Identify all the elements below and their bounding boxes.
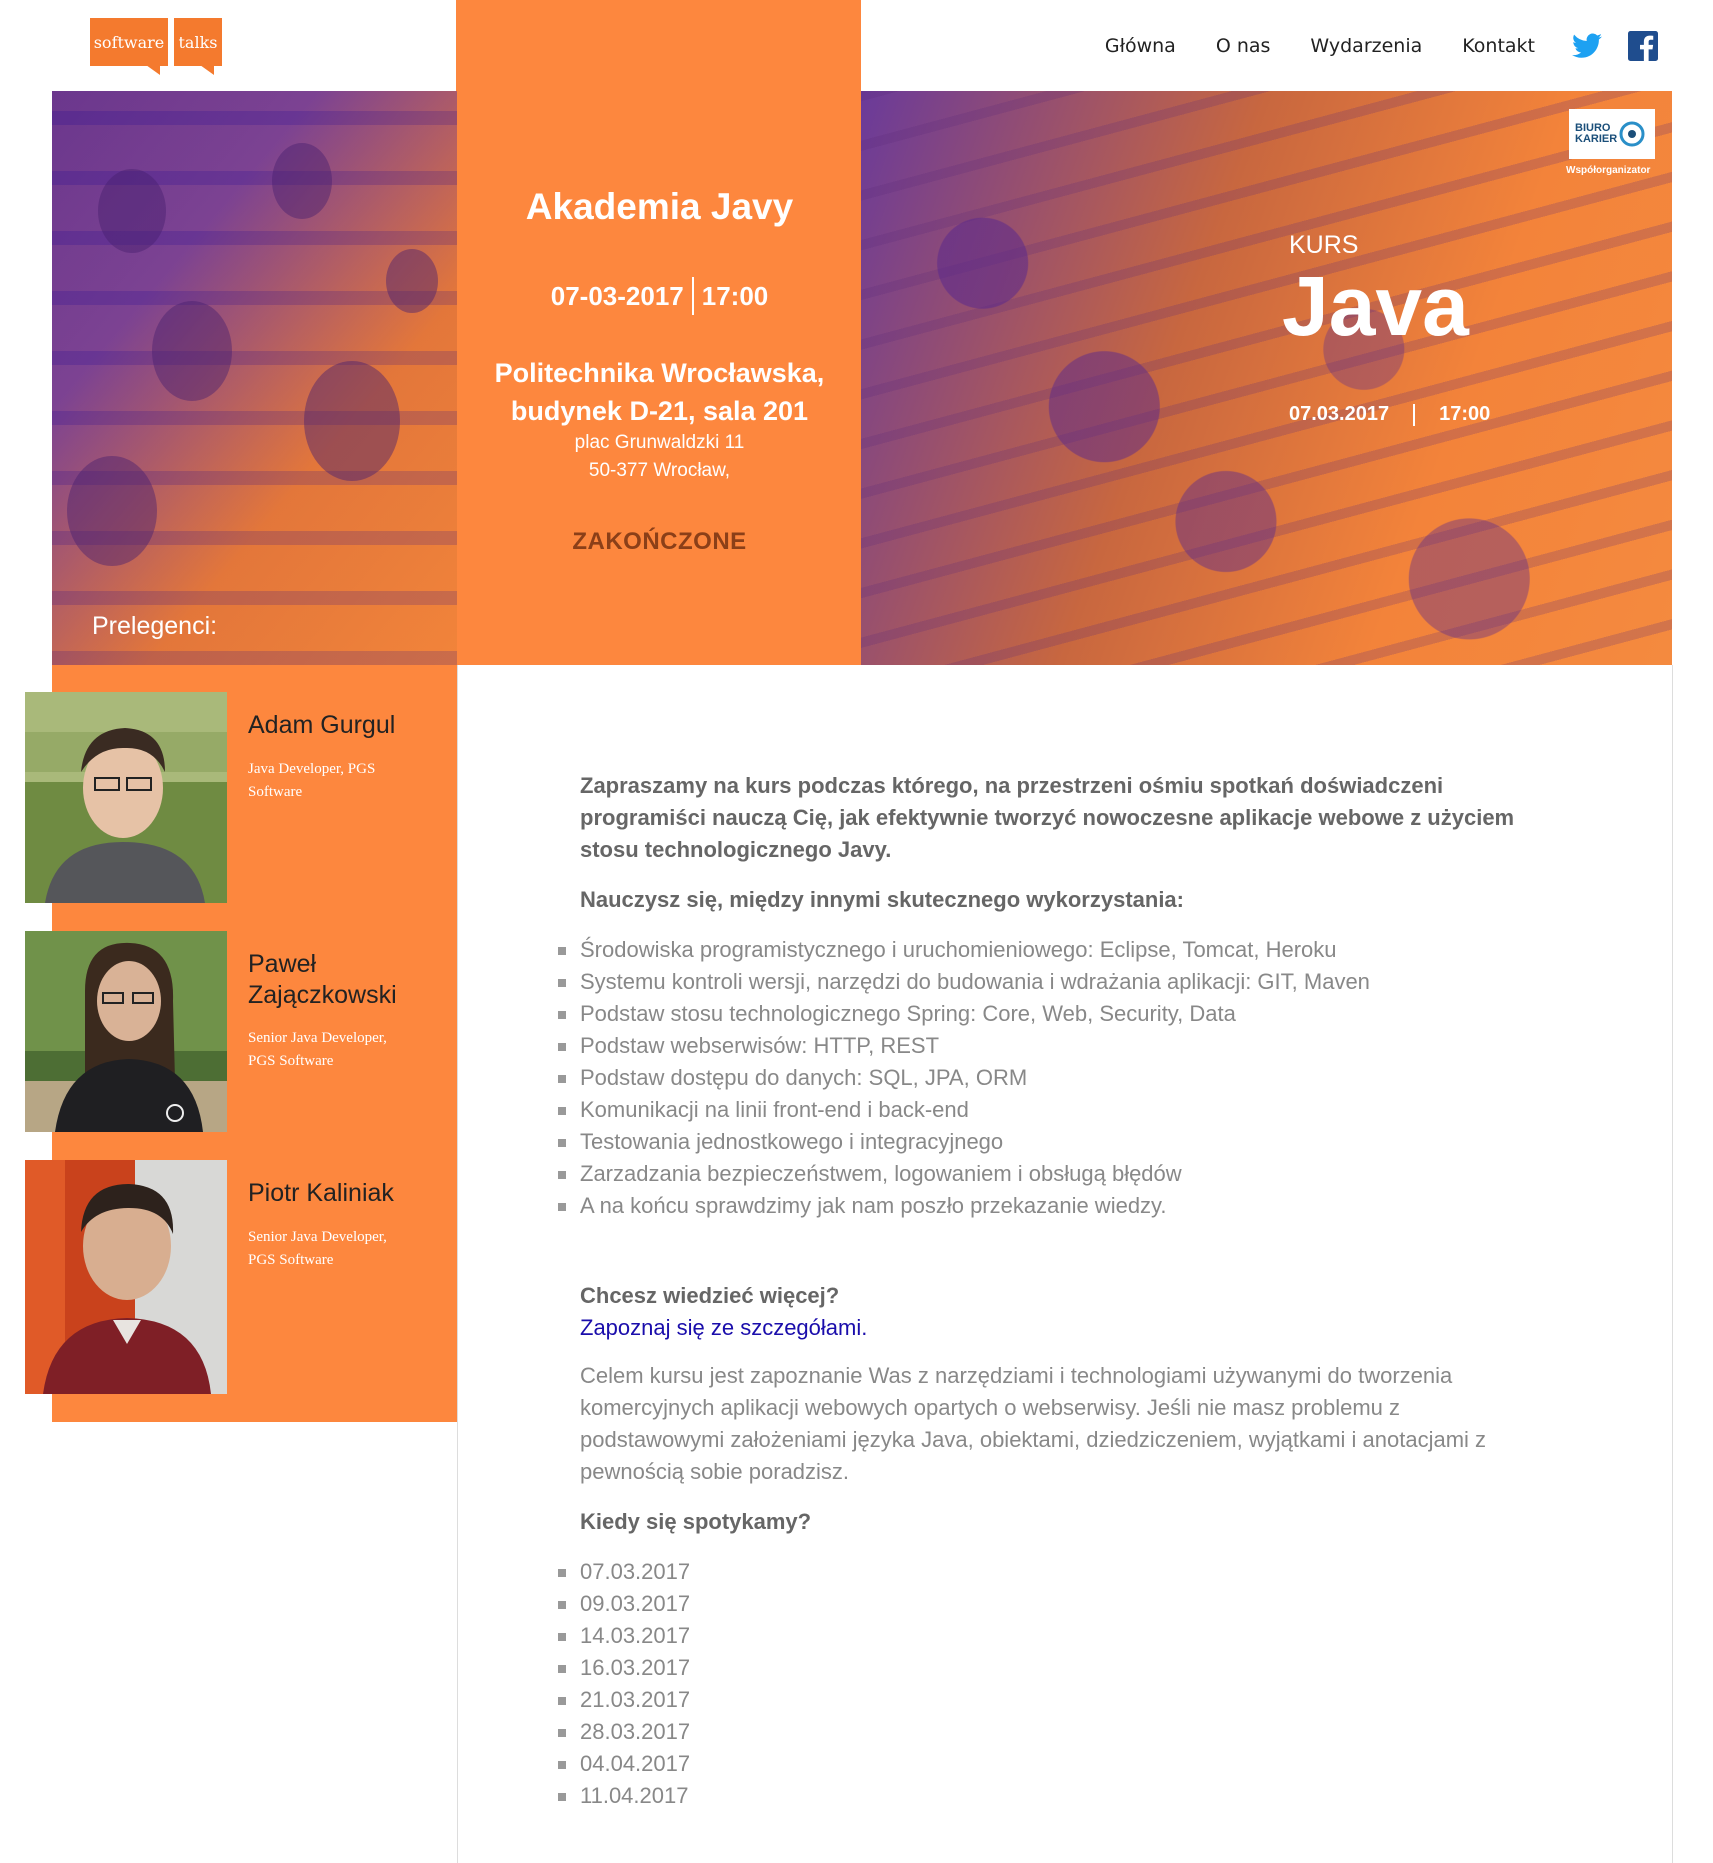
event-time: 17:00 xyxy=(701,281,769,311)
list-item: 14.03.2017 xyxy=(558,1620,1540,1652)
when-heading: Kiedy się spotykamy? xyxy=(580,1509,812,1534)
list-item: Komunikacji na linii front-end i back-en… xyxy=(558,1094,1540,1126)
event-address-line1: plac Grunwaldzki 11 xyxy=(574,432,745,453)
banner-date: 07.03.2017 xyxy=(1289,403,1390,425)
banner-kurs-label: KURS xyxy=(1289,231,1359,259)
partner-logo[interactable]: BIURO KARIER xyxy=(1569,109,1655,159)
speaker-name: Piotr Kaliniak xyxy=(248,1179,394,1207)
list-item: 04.04.2017 xyxy=(558,1748,1540,1780)
list-item: Testowania jednostkowego i integracyjneg… xyxy=(558,1126,1540,1158)
event-place: Politechnika Wrocławska, budynek D-21, s… xyxy=(457,354,862,430)
list-item: 21.03.2017 xyxy=(558,1684,1540,1716)
speaker-role: Senior Java Developer, PGS Software xyxy=(248,1030,387,1069)
partner-emblem-icon xyxy=(1619,121,1645,147)
banner-course-name: Java xyxy=(1282,259,1469,353)
event-address-line2: 50-377 Wrocław, xyxy=(588,460,731,481)
event-date: 07-03-2017 xyxy=(550,281,684,311)
audience-photo-right xyxy=(861,91,1672,665)
more-heading: Chcesz wiedzieć więcej? xyxy=(580,1283,840,1308)
site-logo[interactable]: software talks xyxy=(90,18,222,75)
nav-glowna[interactable]: Główna xyxy=(1105,35,1176,57)
list-item: Systemu kontroli wersji, narzędzi do bud… xyxy=(558,966,1540,998)
learn-heading: Nauczysz się, między innymi skutecznego … xyxy=(580,887,1184,912)
date-time-divider xyxy=(691,277,694,315)
details-link[interactable]: Zapoznaj się ze szczegółami. xyxy=(580,1312,1540,1344)
hero-banner: Prelegenci: Akademia Javy 07-03-2017 17:… xyxy=(52,91,1672,665)
intro-text: Zapraszamy na kurs podczas którego, na p… xyxy=(580,773,1515,862)
list-item: Środowiska programistycznego i uruchomie… xyxy=(558,934,1540,966)
speaker-name: Adam Gurgul xyxy=(248,711,396,739)
nav-wydarzenia[interactable]: Wydarzenia xyxy=(1310,35,1422,57)
event-place-line1: Politechnika Wrocławska, xyxy=(494,358,825,388)
event-place-line2: budynek D-21, sala 201 xyxy=(510,396,809,426)
list-item: Zarzadzania bezpieczeństwem, logowaniem … xyxy=(558,1158,1540,1190)
facebook-icon[interactable] xyxy=(1627,30,1659,62)
dates-list: 07.03.2017 09.03.2017 14.03.2017 16.03.2… xyxy=(558,1556,1540,1812)
event-info-panel: Akademia Javy 07-03-2017 17:00 Politechn… xyxy=(457,91,862,665)
event-status: ZAKOŃCZONE xyxy=(572,528,747,555)
list-item: Podstaw stosu technologicznego Spring: C… xyxy=(558,998,1540,1030)
speakers-heading: Prelegenci: xyxy=(92,612,218,640)
list-item: 28.03.2017 xyxy=(558,1716,1540,1748)
learn-list: Środowiska programistycznego i uruchomie… xyxy=(558,934,1540,1222)
list-item: 07.03.2017 xyxy=(558,1556,1540,1588)
list-item: Podstaw webserwisów: HTTP, REST xyxy=(558,1030,1540,1062)
event-title: Akademia Javy xyxy=(525,186,794,227)
event-datetime: 07-03-2017 17:00 xyxy=(457,277,862,319)
nav-o-nas[interactable]: O nas xyxy=(1216,35,1271,57)
goal-text: Celem kursu jest zapoznanie Was z narzęd… xyxy=(580,1363,1487,1484)
speaker-photo-pawel xyxy=(25,931,227,1132)
audience-photo-left: Prelegenci: xyxy=(52,91,457,665)
social-links xyxy=(1571,30,1659,62)
partner-line2: KARIER xyxy=(1575,133,1618,145)
list-item: 16.03.2017 xyxy=(558,1652,1540,1684)
main-nav: Główna O nas Wydarzenia Kontakt xyxy=(1105,30,1659,62)
banner-time: 17:00 xyxy=(1439,403,1491,425)
partner-role: Współorganizator xyxy=(1566,165,1651,176)
speaker-role: Senior Java Developer, PGS Software xyxy=(248,1229,387,1268)
event-description: Zapraszamy na kurs podczas którego, na p… xyxy=(558,770,1540,1832)
list-item: A na końcu sprawdzimy jak nam poszło prz… xyxy=(558,1190,1540,1222)
partner-logo-text: BIURO KARIER xyxy=(1575,123,1617,145)
nav-kontakt[interactable]: Kontakt xyxy=(1462,35,1535,57)
speaker-name: Paweł Zajączkowski xyxy=(248,950,397,1009)
twitter-icon[interactable] xyxy=(1571,30,1603,62)
header-orange-tab xyxy=(456,0,861,92)
speaker-photo-adam xyxy=(25,692,227,903)
event-address: plac Grunwaldzki 11 50-377 Wrocław, xyxy=(457,429,862,485)
list-item: Podstaw dostępu do danych: SQL, JPA, ORM xyxy=(558,1062,1540,1094)
banner-datetime: 07.03.2017 17:00 xyxy=(1289,403,1490,426)
speaker-role: Java Developer, PGS Software xyxy=(248,761,376,800)
speaker-photo-piotr xyxy=(25,1160,227,1394)
banner-divider xyxy=(1413,403,1416,426)
logo-talks: talks xyxy=(174,18,222,75)
logo-software: software xyxy=(90,18,168,75)
list-item: 11.04.2017 xyxy=(558,1780,1540,1812)
list-item: 09.03.2017 xyxy=(558,1588,1540,1620)
